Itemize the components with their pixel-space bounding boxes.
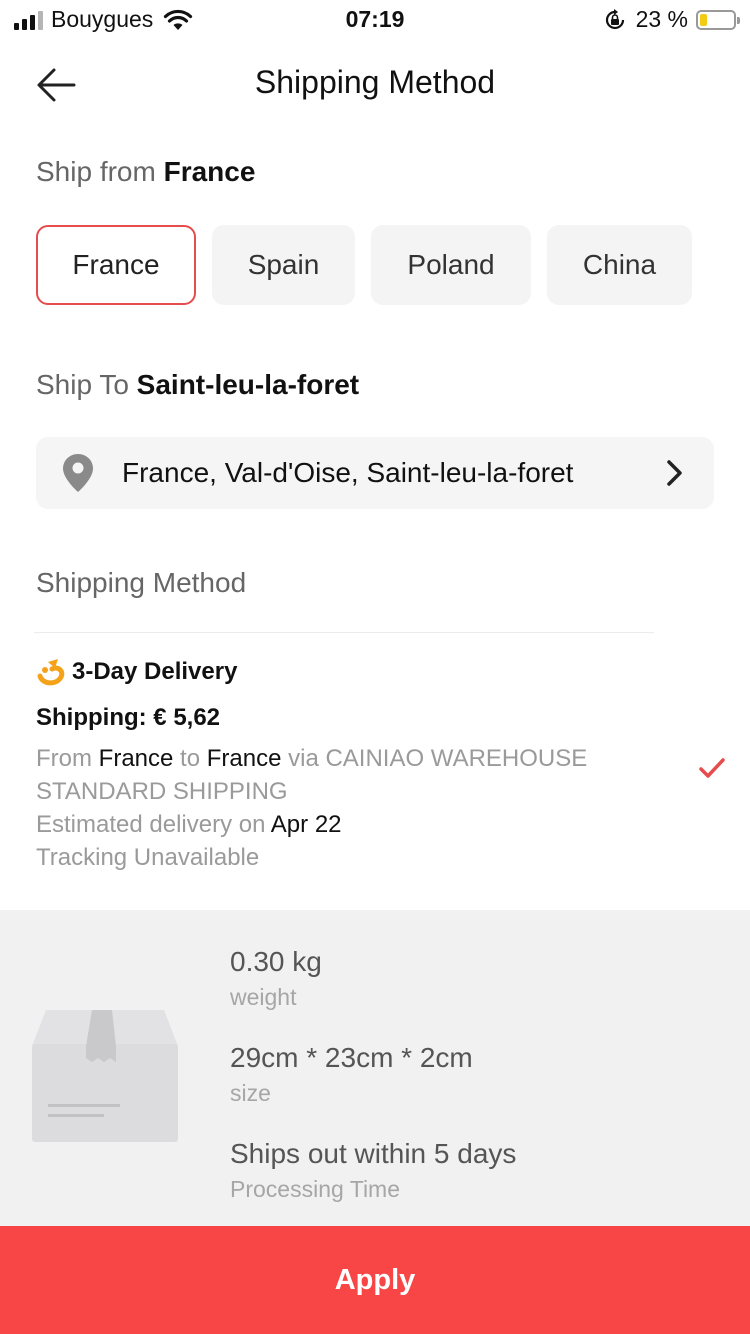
battery-icon [696,9,740,30]
size-info: 29cm * 23cm * 2cm size [230,1042,473,1107]
shipping-option-title: 3-Day Delivery [72,658,238,685]
status-right: 23 % [604,6,740,33]
package-box-icon [32,1010,178,1142]
page-title: Shipping Method [254,64,496,100]
battery-level [700,13,708,26]
shipping-method-heading: Shipping Method [36,567,247,598]
ship-from-heading: Ship from France [36,156,255,188]
ship-to-value: Saint-leu-la-foret [136,369,360,400]
ship-from-option-china[interactable]: China [547,225,692,305]
size-value: 29cm * 23cm * 2cm [230,1042,473,1073]
size-label: size [230,1080,271,1106]
ship-from-option-poland[interactable]: Poland [371,225,531,305]
delivery-estimate: Estimated delivery on Apr 22 [36,808,636,841]
origin-country: France [98,745,174,772]
estimate-label: Estimated delivery on [36,811,266,838]
destination-country: France [206,745,282,772]
apply-button[interactable]: Apply [0,1226,750,1334]
status-bar: Bouygues 07:19 23 % [0,0,750,42]
ship-from-label: Ship from [36,156,156,187]
ship-from-options: France Spain Poland China [36,225,692,305]
shipping-option-title-row: 3-Day Delivery [36,652,736,692]
package-details: 0.30 kg weight 29cm * 23cm * 2cm size Sh… [0,910,750,1240]
weight-label: weight [230,984,297,1010]
weight-value: 0.30 kg [230,946,322,977]
to-word: to [180,745,201,772]
shipping-details: From France to France via CAINIAO WAREHO… [36,742,636,874]
weight-info: 0.30 kg weight [230,946,322,1011]
tracking-status: Tracking Unavailable [36,844,260,871]
battery-percent: 23 % [635,6,688,32]
address-selector[interactable]: France, Val-d'Oise, Saint-leu-la-foret [36,437,714,509]
processing-label: Processing Time [230,1176,401,1202]
check-icon [699,758,725,778]
ship-from-value: France [163,156,256,187]
location-pin-icon [63,454,93,492]
divider [34,632,654,633]
processing-value: Ships out within 5 days [230,1138,517,1169]
processing-info: Ships out within 5 days Processing Time [230,1138,516,1203]
address-text: France, Val-d'Oise, Saint-leu-la-foret [122,457,574,488]
rotation-lock-icon [605,8,624,29]
ship-from-option-france[interactable]: France [36,225,196,305]
header: Shipping Method [0,42,750,128]
shipping-route: From France to France via CAINIAO WAREHO… [36,742,636,808]
from-word: From [36,745,92,772]
ship-from-option-spain[interactable]: Spain [212,225,355,305]
shipping-option[interactable]: 3-Day Delivery Shipping: € 5,62 From Fra… [36,652,736,874]
ship-to-heading: Ship To Saint-leu-la-foret [36,369,359,401]
express-delivery-icon [37,659,65,686]
estimate-date: Apr 22 [270,811,342,838]
chevron-right-icon [667,460,682,486]
shipping-price: Shipping: € 5,62 [36,704,221,731]
ship-to-label: Ship To [36,369,129,400]
